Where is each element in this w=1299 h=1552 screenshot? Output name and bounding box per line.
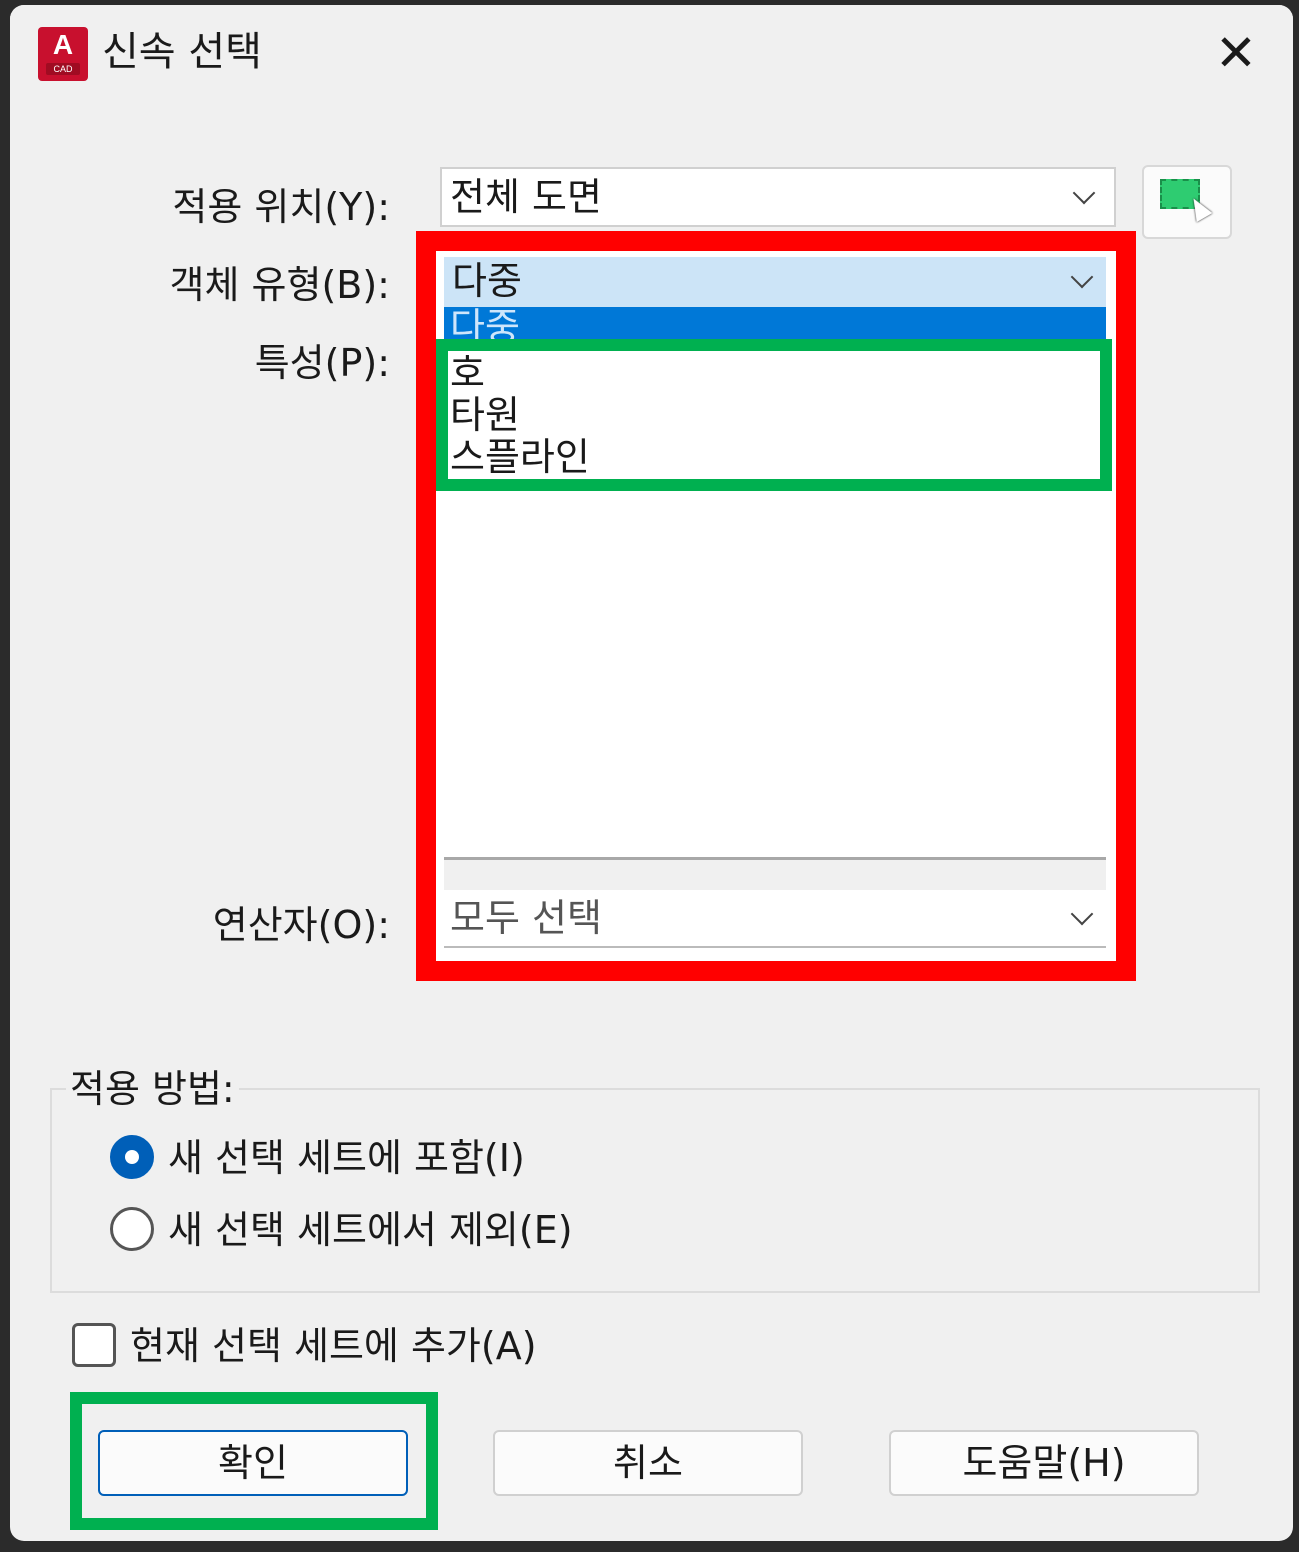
- autocad-app-icon: A CAD: [38, 27, 88, 81]
- help-button[interactable]: 도움말(H): [889, 1430, 1199, 1496]
- operator-value: 모두 선택: [450, 896, 602, 940]
- properties-label: 특성(P):: [254, 341, 390, 385]
- select-objects-button[interactable]: [1142, 165, 1232, 239]
- operator-label: 연산자(O):: [212, 903, 390, 947]
- chevron-down-icon: [1070, 265, 1094, 289]
- apply-to-combo[interactable]: 전체 도면: [440, 167, 1116, 227]
- chevron-down-icon: [1070, 902, 1094, 926]
- operator-combo[interactable]: 모두 선택: [444, 890, 1106, 948]
- radio-checked-icon[interactable]: [110, 1135, 154, 1179]
- cancel-button[interactable]: 취소: [493, 1430, 803, 1496]
- apply-to-label: 적용 위치(Y):: [172, 185, 390, 229]
- radio-exclude-label: 새 선택 세트에서 제외(E): [168, 1208, 573, 1252]
- value-field-strip: [444, 860, 1106, 890]
- green-highlight-box-ok: [70, 1392, 438, 1530]
- quick-select-dialog: A CAD 신속 선택 ✕ 적용 위치(Y): 전체 도면 객체 유형(B): …: [10, 5, 1293, 1541]
- object-type-label: 객체 유형(B):: [169, 263, 390, 307]
- radio-include-label: 새 선택 세트에 포함(I): [168, 1136, 525, 1180]
- object-type-combo[interactable]: 다중: [444, 257, 1106, 307]
- app-icon-letter: A: [52, 29, 74, 60]
- radio-unchecked-icon[interactable]: [110, 1207, 154, 1251]
- close-icon[interactable]: ✕: [1206, 25, 1266, 85]
- window-title: 신속 선택: [102, 29, 262, 75]
- object-type-value: 다중: [452, 259, 522, 303]
- chevron-down-icon: [1072, 181, 1096, 205]
- how-to-apply-legend: 적용 방법:: [70, 1067, 235, 1111]
- append-label: 현재 선택 세트에 추가(A): [130, 1324, 537, 1368]
- green-highlight-box-items: [436, 339, 1112, 491]
- title-bar: A CAD 신속 선택 ✕: [10, 5, 1293, 103]
- apply-to-value: 전체 도면: [450, 175, 602, 219]
- app-icon-sub: CAD: [46, 63, 80, 75]
- append-checkbox[interactable]: [72, 1323, 116, 1367]
